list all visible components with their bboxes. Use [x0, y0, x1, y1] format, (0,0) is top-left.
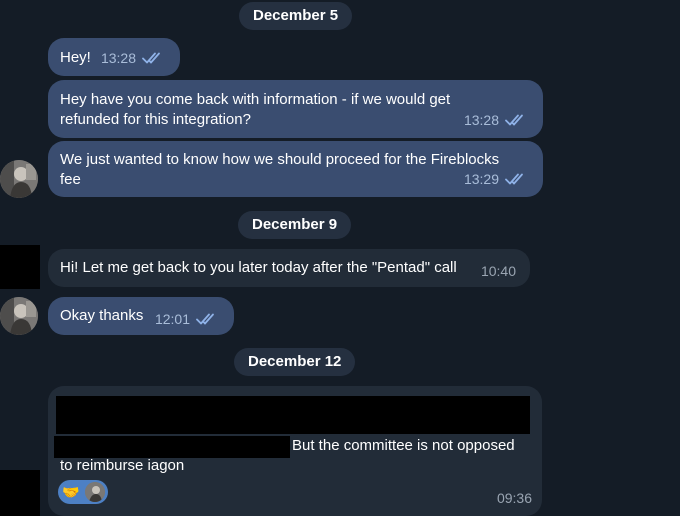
date-label: December 5: [253, 7, 339, 24]
message-time: 13:29: [463, 171, 499, 187]
redaction-block: [54, 436, 290, 458]
avatar-photo-icon: [85, 482, 105, 502]
message-meta: 13:28: [464, 110, 529, 130]
date-separator: December 9: [238, 211, 352, 239]
message-time: 13:28: [463, 112, 499, 128]
redaction-block: [0, 470, 40, 516]
message-meta: 13:29: [464, 169, 529, 189]
message-time: 10:40: [480, 263, 516, 279]
chat-view: December 5 Hey! 13:28 Hey have you come …: [0, 0, 680, 516]
user-avatar[interactable]: [0, 297, 38, 335]
message-bubble[interactable]: Hey! 13:28: [48, 38, 180, 76]
message-bubble[interactable]: Hi! Let me get back to you later today a…: [48, 249, 530, 287]
reaction-chip[interactable]: 🤝: [58, 480, 108, 504]
message-bubble[interactable]: Okay thanks 12:01: [48, 297, 234, 335]
message-text: Hey have you come back with information …: [60, 91, 451, 128]
message-text: We just wanted to know how we should pro…: [60, 151, 500, 188]
message-meta: 10:40: [481, 261, 516, 281]
user-avatar[interactable]: [0, 160, 38, 198]
message-text: Hi! Let me get back to you later today a…: [60, 259, 457, 276]
message-time: 09:36: [496, 490, 532, 506]
message-text-line: to reimburse iagon: [60, 457, 185, 474]
avatar-photo-icon: [0, 297, 38, 335]
double-check-icon: [196, 313, 214, 325]
message-bubble[interactable]: But the committee is not opposed to reim…: [48, 386, 542, 516]
message-bubble[interactable]: Hey have you come back with information …: [48, 80, 543, 138]
reaction-user-avatar: [85, 482, 105, 502]
date-label: December 12: [248, 353, 342, 370]
double-check-icon: [505, 173, 523, 185]
message-text-line: But the committee is not opposed: [292, 437, 515, 454]
message-time: 12:01: [154, 311, 190, 327]
redaction-block: [56, 396, 530, 434]
message-bubble[interactable]: We just wanted to know how we should pro…: [48, 141, 543, 197]
handshake-icon: 🤝: [62, 484, 80, 500]
message-time: 13:28: [100, 50, 136, 66]
date-separator: December 12: [234, 348, 356, 376]
double-check-icon: [505, 114, 523, 126]
message-meta: 12:01: [155, 309, 220, 329]
message-meta: 13:28: [101, 48, 166, 68]
double-check-icon: [142, 52, 160, 64]
redaction-block: [0, 245, 40, 289]
date-separator: December 5: [239, 2, 353, 30]
date-label: December 9: [252, 216, 338, 233]
avatar-photo-icon: [0, 160, 38, 198]
